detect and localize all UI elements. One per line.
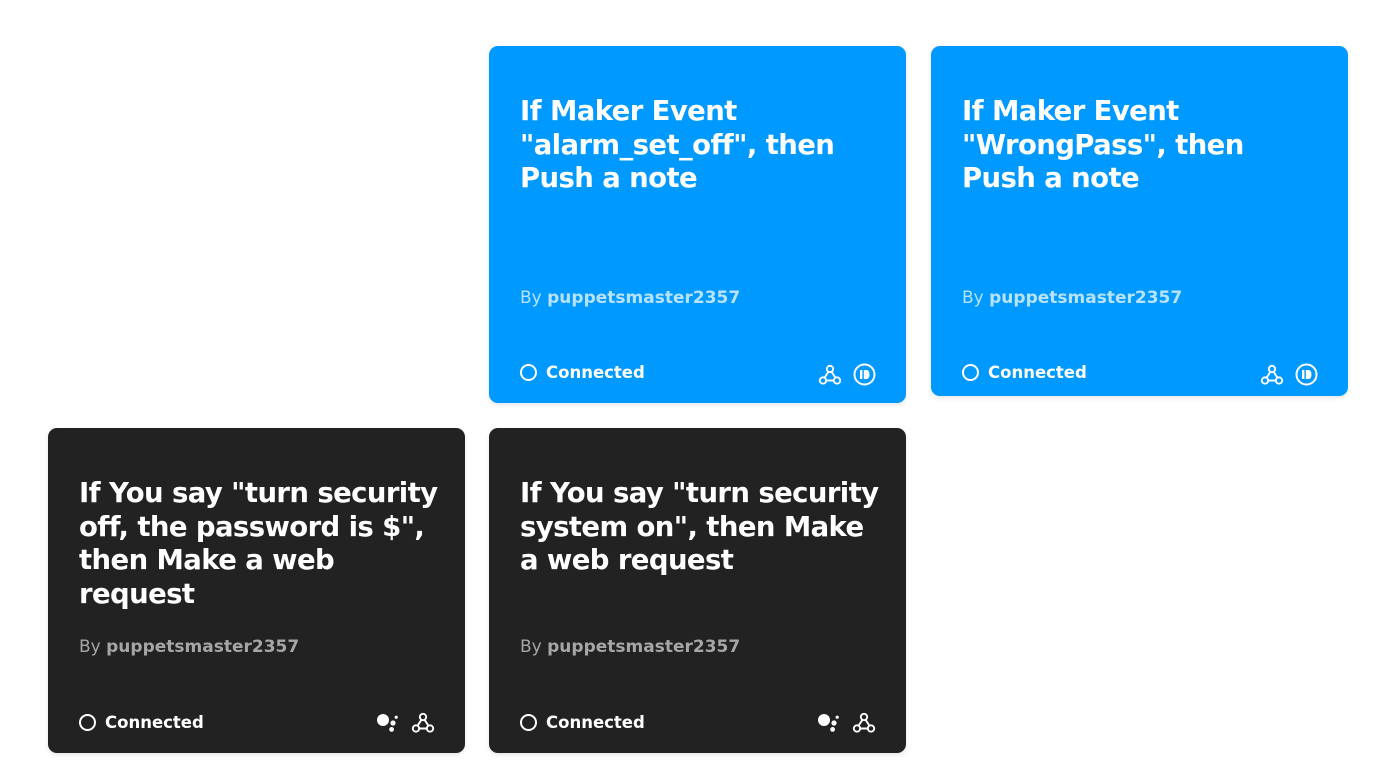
connection-status[interactable]: Connected: [520, 363, 645, 382]
applet-byline: By puppetsmaster2357: [520, 637, 740, 657]
service-icons: [376, 712, 435, 734]
byline-prefix: By: [962, 288, 984, 308]
applet-byline: By puppetsmaster2357: [79, 637, 299, 657]
service-icons: [818, 363, 876, 386]
applet-card-alarm-set-off[interactable]: If Maker Event "alarm_set_off", then Pus…: [489, 46, 906, 403]
applet-title: If You say "turn security system on", th…: [520, 477, 879, 576]
applet-title: If You say "turn security off, the passw…: [79, 477, 438, 610]
service-icons: [1260, 363, 1318, 386]
status-ring-icon: [520, 714, 537, 731]
connection-status[interactable]: Connected: [962, 363, 1087, 382]
byline-prefix: By: [79, 637, 101, 657]
status-label: Connected: [988, 363, 1087, 382]
status-label: Connected: [546, 363, 645, 382]
webhooks-icon: [818, 364, 842, 386]
status-label: Connected: [546, 713, 645, 732]
author-link[interactable]: puppetsmaster2357: [106, 637, 299, 657]
byline-prefix: By: [520, 288, 542, 308]
connection-status[interactable]: Connected: [79, 713, 204, 732]
webhooks-icon: [411, 712, 435, 734]
service-icons: [817, 712, 876, 734]
status-ring-icon: [79, 714, 96, 731]
webhooks-icon: [852, 712, 876, 734]
status-ring-icon: [520, 364, 537, 381]
applet-byline: By puppetsmaster2357: [962, 288, 1182, 308]
applet-title: If Maker Event "WrongPass", then Push a …: [962, 95, 1244, 194]
connection-status[interactable]: Connected: [520, 713, 645, 732]
author-link[interactable]: puppetsmaster2357: [989, 288, 1182, 308]
applet-card-wrongpass[interactable]: If Maker Event "WrongPass", then Push a …: [931, 46, 1348, 396]
author-link[interactable]: puppetsmaster2357: [547, 288, 740, 308]
byline-prefix: By: [520, 637, 542, 657]
pushbullet-icon: [853, 363, 876, 386]
status-ring-icon: [962, 364, 979, 381]
status-label: Connected: [105, 713, 204, 732]
applet-byline: By puppetsmaster2357: [520, 288, 740, 308]
google-assistant-icon: [817, 712, 841, 734]
applet-card-security-off[interactable]: If You say "turn security off, the passw…: [48, 428, 465, 753]
webhooks-icon: [1260, 364, 1284, 386]
applet-title: If Maker Event "alarm_set_off", then Pus…: [520, 95, 835, 194]
google-assistant-icon: [376, 712, 400, 734]
applet-grid: If Maker Event "alarm_set_off", then Pus…: [0, 0, 1377, 773]
author-link[interactable]: puppetsmaster2357: [547, 637, 740, 657]
applet-card-security-on[interactable]: If You say "turn security system on", th…: [489, 428, 906, 753]
pushbullet-icon: [1295, 363, 1318, 386]
